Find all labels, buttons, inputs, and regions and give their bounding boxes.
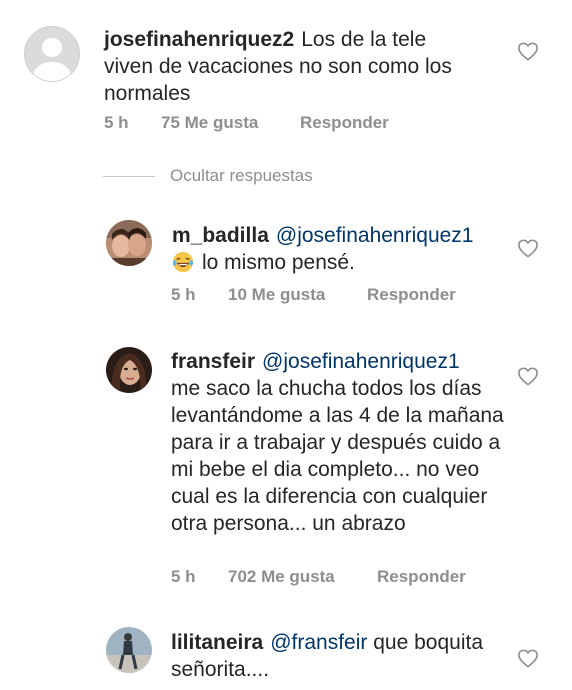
laughing-tears-emoji — [172, 251, 194, 273]
heart-outline-icon[interactable] — [517, 238, 539, 258]
avatar[interactable] — [24, 26, 80, 82]
comment-mention[interactable]: @josefinahenriquez1 — [276, 224, 474, 247]
comment-time: 5 h — [104, 113, 129, 132]
heart-outline-icon[interactable] — [517, 366, 539, 386]
avatar-photo — [106, 347, 152, 393]
comment-likes-count[interactable]: 10 Me gusta — [228, 285, 325, 305]
avatar-photo — [106, 220, 152, 266]
reply-button[interactable]: Responder — [377, 567, 466, 587]
comment-text: me saco la chucha todos los días levantá… — [171, 377, 504, 535]
comment-likes-count[interactable]: 75 Me gusta — [161, 113, 258, 133]
replies-divider-line — [103, 176, 155, 177]
avatar-photo — [106, 627, 152, 673]
comment-username[interactable]: m_badilla — [172, 224, 269, 247]
avatar[interactable] — [106, 627, 152, 673]
comment-time: 5 h — [171, 285, 196, 304]
comment-time: 5 h — [171, 567, 196, 586]
avatar-head-shape — [42, 37, 62, 58]
comment-body: josefinahenriquez2 Los de la tele viven d… — [104, 26, 474, 107]
heart-outline-icon[interactable] — [517, 648, 539, 668]
comment-body: lilitaneira @fransfeir que boquita señori… — [171, 629, 513, 683]
avatar[interactable] — [106, 220, 152, 266]
comment-username[interactable]: fransfeir — [171, 350, 255, 373]
avatar[interactable] — [106, 347, 152, 393]
comment-body: m_badilla @josefinahenriquez1 lo mismo pe… — [172, 222, 512, 276]
comment-likes-count[interactable]: 702 Me gusta — [228, 567, 335, 587]
avatar-body-shape — [33, 61, 71, 81]
comment-username[interactable]: lilitaneira — [171, 631, 263, 654]
comment-mention[interactable]: @fransfeir — [270, 631, 367, 654]
hide-replies-label[interactable]: Ocultar respuestas — [170, 166, 313, 186]
reply-button[interactable]: Responder — [300, 113, 389, 133]
heart-outline-icon[interactable] — [517, 41, 539, 61]
reply-button[interactable]: Responder — [367, 285, 456, 305]
comment-body: fransfeir @josefinahenriquez1 me saco la … — [171, 348, 513, 537]
comment-text: lo mismo pensé. — [202, 251, 355, 274]
comment-mention[interactable]: @josefinahenriquez1 — [262, 350, 460, 373]
comment-username[interactable]: josefinahenriquez2 — [104, 28, 294, 51]
